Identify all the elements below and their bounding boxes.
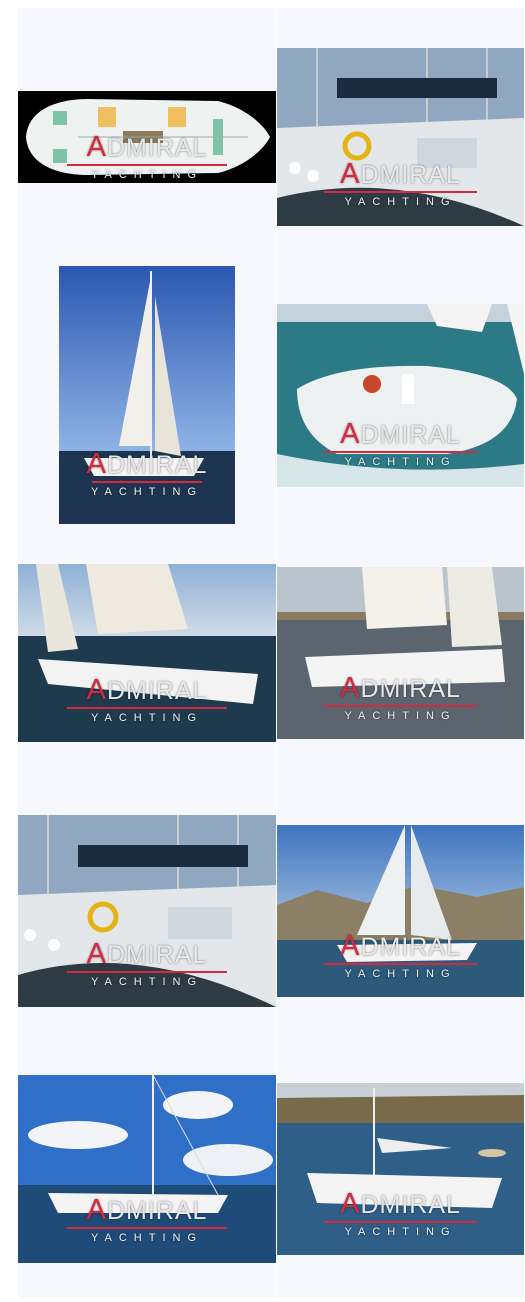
gallery-cell[interactable]: ADMIRAL YACHTING: [277, 8, 524, 266]
yacht-sailing-image: [277, 825, 524, 997]
gallery-thumbnail[interactable]: ADMIRAL YACHTING: [277, 567, 524, 739]
gallery-cell[interactable]: ADMIRAL YACHTING: [18, 8, 276, 266]
gallery-cell[interactable]: ADMIRAL YACHTING: [277, 1040, 524, 1298]
gallery-thumbnail[interactable]: ADMIRAL YACHTING: [18, 1075, 276, 1263]
gallery-cell[interactable]: ADMIRAL YACHTING: [277, 782, 524, 1040]
gallery-cell[interactable]: ADMIRAL YACHTING: [18, 524, 276, 782]
gallery-thumbnail[interactable]: ADMIRAL YACHTING: [277, 48, 524, 226]
gallery-cell[interactable]: ADMIRAL YACHTING: [277, 524, 524, 782]
gallery-thumbnail[interactable]: ADMIRAL YACHTING: [59, 266, 235, 524]
gallery-thumbnail[interactable]: ADMIRAL YACHTING: [18, 815, 276, 1007]
yacht-cockpit-image: [277, 48, 524, 226]
yacht-at-anchor-image: [18, 1075, 276, 1263]
gallery-cell[interactable]: ADMIRAL YACHTING: [277, 266, 524, 524]
yacht-sailing-image: [277, 303, 524, 487]
deck-layout-image: [18, 91, 276, 183]
gallery-thumbnail[interactable]: ADMIRAL YACHTING: [277, 1083, 524, 1255]
yacht-sailing-image: [277, 567, 524, 739]
gallery-cell[interactable]: ADMIRAL YACHTING: [18, 1040, 276, 1298]
gallery-thumbnail[interactable]: ADMIRAL YACHTING: [277, 303, 524, 487]
yacht-sailing-image: [59, 266, 235, 524]
yacht-photo-gallery: ADMIRAL YACHTING ADMIRAL YACHTING ADMIRA…: [18, 8, 524, 1298]
gallery-thumbnail[interactable]: ADMIRAL YACHTING: [18, 564, 276, 742]
yacht-sailing-image: [18, 564, 276, 742]
gallery-cell[interactable]: ADMIRAL YACHTING: [18, 266, 276, 524]
yacht-cockpit-image: [18, 815, 276, 1007]
gallery-thumbnail[interactable]: ADMIRAL YACHTING: [18, 91, 276, 183]
gallery-thumbnail[interactable]: ADMIRAL YACHTING: [277, 825, 524, 997]
gallery-cell[interactable]: ADMIRAL YACHTING: [18, 782, 276, 1040]
yacht-near-shore-image: [277, 1083, 524, 1255]
